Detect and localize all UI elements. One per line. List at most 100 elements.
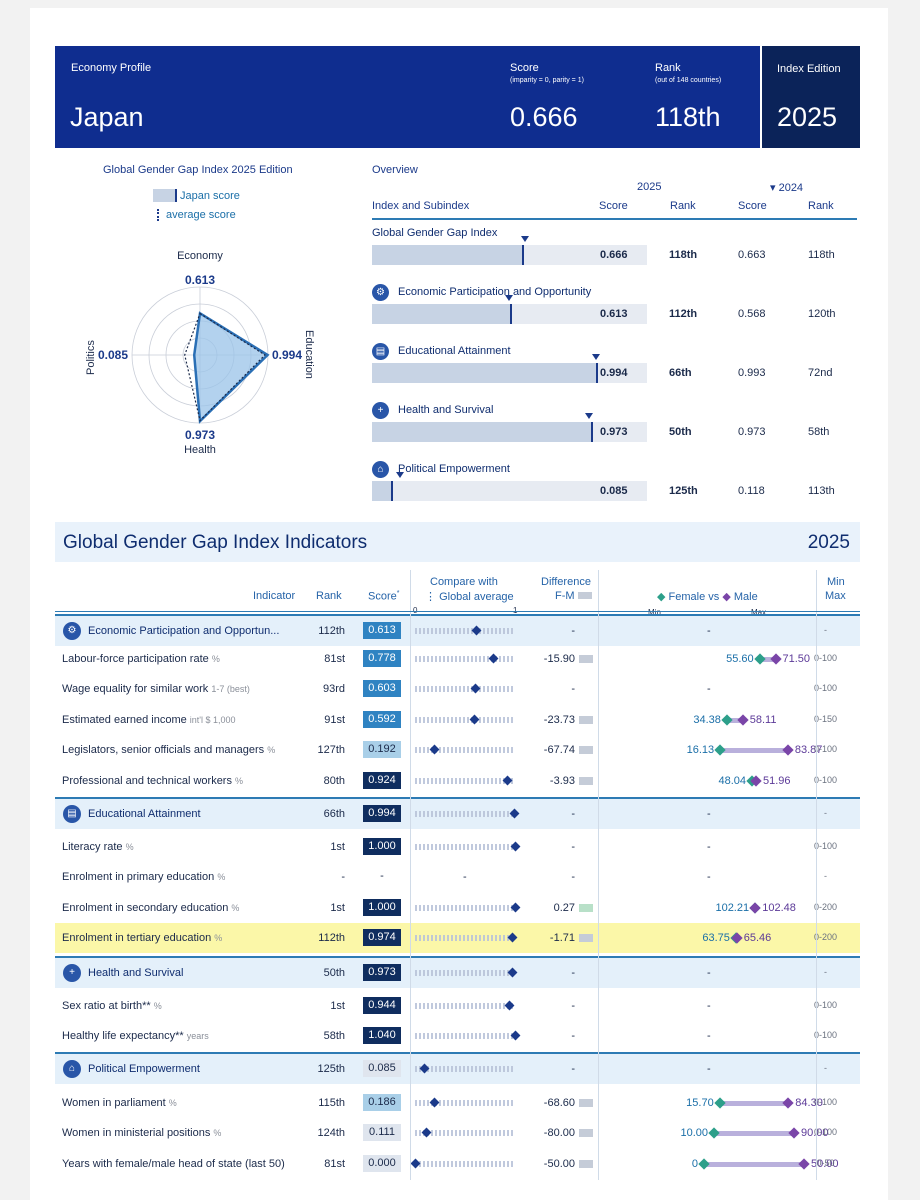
indicator-name: Women in parliament %	[62, 1097, 177, 1109]
indicator-diff: -80.00	[543, 1127, 575, 1139]
radar-health-value: 0.973	[185, 428, 215, 442]
indicator-row: Enrolment in primary education % - - - - - -	[55, 862, 860, 892]
indicator-minmax: 0-100	[813, 841, 838, 851]
indicator-minmax: 0-100	[813, 1127, 838, 1137]
indicator-label: Women in ministerial positions	[62, 1127, 211, 1139]
indicator-unit: %	[168, 1098, 177, 1108]
indicator-row: Healthy life expectancy** years 58th 1.040…	[55, 1021, 860, 1051]
female-male-gap-bar	[704, 1162, 804, 1167]
indicator-unit: %	[125, 842, 134, 852]
indicator-row: Sex ratio at birth** % 1st 0.944 - - 0-100	[55, 991, 860, 1021]
compare-cell	[413, 1021, 523, 1051]
indicator-label: Political Empowerment	[88, 1063, 200, 1075]
compare-cell	[413, 1088, 523, 1118]
col-indicator: Indicator	[253, 590, 296, 602]
indicator-rank: 50th	[323, 967, 345, 979]
male-marker	[782, 744, 794, 756]
indicator-label: Economic Participation and Opportun...	[88, 625, 280, 637]
indicator-row: Wage equality for similar work 1-7 (best…	[55, 674, 860, 704]
indicator-name: Estimated earned income int'l $ 1,000	[62, 714, 236, 726]
indicator-header-rule	[55, 611, 860, 612]
compare-empty: -	[463, 871, 467, 883]
indicator-unit: %	[235, 776, 244, 786]
indicator-diff: -15.90	[543, 653, 575, 665]
indicator-minmax: 0-100	[813, 775, 838, 785]
female-male-cell: 63.75 65.46	[599, 923, 819, 953]
diff-bar	[579, 1099, 593, 1107]
female-value: 102.21	[715, 902, 750, 914]
indicator-rank: 1st	[330, 841, 345, 853]
female-male-gap-bar	[719, 1101, 789, 1106]
indicator-label: Sex ratio at birth**	[62, 1000, 151, 1012]
female-male-empty: -	[707, 967, 711, 979]
male-value: 102.48	[762, 902, 796, 914]
compare-cell	[413, 674, 523, 704]
overview-prev-score: 0.118	[738, 485, 765, 497]
overview-prev-rank: 120th	[808, 308, 836, 320]
indicator-rank: 1st	[330, 1000, 345, 1012]
col-diff-2-label: F-M	[555, 590, 575, 602]
col-rank: Rank	[316, 590, 342, 602]
radar-education-value: 0.994	[272, 348, 302, 362]
overview-bar-fill	[372, 304, 510, 324]
male-marker	[737, 714, 749, 726]
indicator-unit: %	[211, 654, 220, 664]
indicator-rank: 80th	[323, 775, 345, 787]
indicator-diff: -3.93	[549, 775, 575, 787]
indicator-name: Political Empowerment	[88, 1063, 200, 1075]
indicator-row: Enrolment in tertiary education % 112th 0.…	[55, 923, 860, 953]
diff-bar	[579, 934, 593, 942]
indicator-unit: %	[213, 1128, 222, 1138]
female-male-empty: -	[707, 1030, 711, 1042]
col-fvm-female: Female vs	[668, 591, 720, 603]
indicator-rank: 115th	[318, 1097, 345, 1109]
overview-score: 0.085	[600, 485, 628, 497]
indicator-name: Sex ratio at birth** %	[62, 1000, 162, 1012]
indicator-minmax: 0-150	[813, 714, 838, 724]
overview-row-name: Economic Participation and Opportunity	[398, 286, 592, 298]
indicator-rank: 81st	[324, 653, 345, 665]
male-value: 51.96	[762, 775, 791, 787]
compare-cell	[413, 1054, 523, 1084]
indicator-label: Literacy rate	[62, 841, 123, 853]
male-marker	[782, 1097, 794, 1109]
male-value: 65.46	[743, 932, 772, 944]
indicator-name: Enrolment in tertiary education %	[62, 932, 222, 944]
indicator-score: 0.085	[363, 1060, 401, 1077]
female-male-cell: 15.70 84.30	[599, 1088, 823, 1118]
indicator-diff: -67.74	[543, 744, 575, 756]
col-compare-1: Compare with	[430, 576, 498, 588]
indicators-title-bar: Global Gender Gap Index Indicators 2025	[55, 522, 860, 562]
indicator-rank: 93rd	[322, 683, 345, 695]
col-fvm: ◆ Female vs ◆ Male	[657, 591, 758, 603]
female-value: 15.70	[686, 1097, 714, 1109]
female-male-empty: -	[707, 808, 711, 820]
overview-rank: 118th	[669, 249, 698, 261]
female-marker	[714, 744, 726, 756]
female-male-empty: -	[707, 1000, 711, 1012]
female-male-cell: -	[599, 674, 819, 704]
compare-cell	[413, 958, 523, 988]
country-name: Japan	[70, 102, 144, 132]
indicator-rank: 66th	[323, 808, 345, 820]
radar-title: Global Gender Gap Index 2025 Edition	[103, 164, 293, 176]
diff-bar	[579, 904, 593, 912]
indicator-label: Enrolment in primary education	[62, 871, 215, 883]
indicator-name: Economic Participation and Opportun...	[88, 625, 279, 637]
overview-col-score: Score	[599, 200, 628, 212]
indicator-diff: -	[571, 1000, 575, 1012]
indicator-rank: 1st	[330, 902, 345, 914]
overview-average-marker	[585, 413, 594, 419]
indicator-name: Professional and technical workers %	[62, 775, 243, 787]
legend-avg-label: average score	[166, 209, 236, 221]
col-score-mark: *	[396, 590, 400, 597]
overview-prev-rank: 113th	[808, 485, 835, 497]
female-male-cell: 0 50.00	[599, 1149, 839, 1179]
radar-education-label: Education	[303, 330, 315, 379]
col-score-label: Score	[368, 590, 397, 603]
female-male-cell: 10.00 90.00	[599, 1118, 828, 1148]
edition-box: Index Edition 2025	[760, 46, 860, 148]
indicator-unit: int'l $ 1,000	[189, 715, 236, 725]
overview-prev-score: 0.568	[738, 308, 766, 320]
compare-distribution	[415, 905, 515, 911]
